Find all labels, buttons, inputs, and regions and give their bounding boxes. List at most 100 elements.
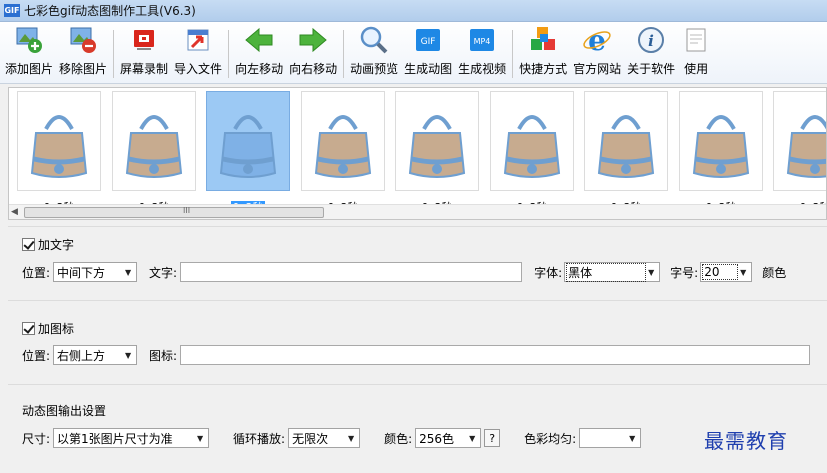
text-color-label: 颜色: [762, 265, 787, 280]
mp4-icon: MP4: [467, 25, 497, 55]
svg-text:e: e: [588, 25, 606, 55]
gif-icon: GIF: [413, 25, 443, 55]
app-logo-icon: GIF: [4, 4, 20, 17]
text-content-label: 文字:: [149, 265, 178, 280]
shortcut-label: 快捷方式: [519, 62, 568, 76]
chevron-down-icon: ▼: [124, 350, 132, 360]
font-size-select[interactable]: 20 ▼: [700, 262, 753, 282]
add-image-icon: [14, 25, 44, 55]
title-bar: GIF 七彩色gif动态图制作工具(V6.3): [0, 0, 827, 22]
add-text-checkbox[interactable]: [22, 238, 35, 251]
add-icon-checkbox[interactable]: [22, 322, 35, 335]
preview-label: 动画预览: [350, 62, 399, 76]
move-left-label: 向左移动: [235, 62, 284, 76]
preview-button[interactable]: 动画预览: [350, 22, 398, 82]
section-divider: [8, 300, 827, 301]
handbag-image: [125, 115, 183, 178]
handbag-image: [692, 115, 750, 178]
scrollbar-grip: III: [183, 206, 191, 215]
help-icon: [681, 25, 711, 55]
generate-gif-label: 生成动图: [404, 62, 453, 76]
official-site-button[interactable]: e 官方网站: [573, 22, 621, 82]
font-label: 字体:: [534, 265, 563, 280]
frame-thumbnail[interactable]: [584, 91, 668, 191]
chevron-down-icon: ▼: [348, 433, 355, 443]
about-label: 关于软件: [627, 62, 676, 76]
watermark-text: 最需教育: [704, 429, 788, 453]
add-image-label: 添加图片: [5, 62, 54, 76]
scroll-left-arrow-icon[interactable]: ◀: [11, 207, 18, 217]
frame-thumbnail[interactable]: [301, 91, 385, 191]
frame-thumbnail[interactable]: [206, 91, 290, 191]
output-settings-heading: 动态图输出设置: [22, 404, 107, 418]
text-position-select[interactable]: 中间下方 ▼: [53, 262, 138, 282]
horizontal-scrollbar[interactable]: ◀ III: [9, 204, 826, 219]
add-icon-checkbox-row[interactable]: 加图标: [22, 320, 74, 337]
shortcut-button[interactable]: 快捷方式: [519, 22, 567, 82]
frame-thumbnail[interactable]: [395, 91, 479, 191]
loop-select[interactable]: 无限次 ▼: [288, 428, 361, 448]
icon-position-select[interactable]: 右侧上方 ▼: [53, 345, 138, 365]
window-title: 七彩色gif动态图制作工具(V6.3): [24, 4, 196, 18]
screen-record-button[interactable]: 屏幕录制: [120, 22, 168, 82]
generate-video-label: 生成视频: [458, 62, 507, 76]
font-size-label: 字号:: [670, 265, 699, 280]
screen-record-label: 屏幕录制: [120, 62, 169, 76]
frame-strip[interactable]: 0.2秒0.2秒0.2秒0.2秒0.2秒0.2秒0.2秒0.2秒0.2秒 ◀ I…: [8, 87, 827, 220]
official-site-label: 官方网站: [573, 62, 622, 76]
import-file-label: 导入文件: [174, 62, 223, 76]
frame-thumbnail[interactable]: [773, 91, 826, 191]
handbag-image: [597, 115, 655, 178]
add-text-checkbox-row[interactable]: 加文字: [22, 236, 74, 253]
frame-thumbnail[interactable]: [17, 91, 101, 191]
color-count-select[interactable]: 256色 ▼: [415, 428, 482, 448]
frame-thumbnail[interactable]: [490, 91, 574, 191]
remove-image-button[interactable]: 移除图片: [59, 22, 107, 82]
import-file-icon: [183, 25, 213, 55]
add-icon-label: 加图标: [38, 322, 75, 336]
ie-icon: e: [582, 25, 612, 55]
font-select[interactable]: 黑体 ▼: [564, 262, 661, 282]
chevron-down-icon: ▼: [648, 267, 655, 277]
magnifier-icon: [359, 25, 389, 55]
text-options-row: 位置: 中间下方 ▼ 文字: 字体: 黑体 ▼ 字号: 20 ▼ 颜色: [22, 262, 786, 282]
generate-gif-button[interactable]: GIF 生成动图: [404, 22, 452, 82]
color-count-label: 颜色:: [384, 431, 413, 446]
color-balance-select[interactable]: ▼: [579, 428, 642, 448]
info-icon: i: [636, 25, 666, 55]
text-content-input[interactable]: [180, 262, 523, 282]
toolbar-divider: [343, 30, 345, 78]
chevron-down-icon: ▼: [196, 433, 204, 443]
icon-path-input[interactable]: [180, 345, 811, 365]
output-size-label: 尺寸:: [22, 431, 51, 446]
about-button[interactable]: i 关于软件: [627, 22, 675, 82]
scrollbar-thumb[interactable]: III: [24, 206, 324, 218]
move-right-button[interactable]: 向右移动: [289, 22, 337, 82]
frame-thumbnail[interactable]: [679, 91, 763, 191]
chevron-down-icon: ▼: [629, 433, 636, 443]
toolbar-divider: [228, 30, 230, 78]
handbag-image: [30, 115, 88, 178]
output-options-row: 尺寸: 以第1张图片尺寸为准 ▼ 循环播放: 无限次 ▼ 颜色: 256色 ▼ ? 色…: [22, 428, 642, 448]
toolbar-divider: [512, 30, 514, 78]
icon-options-row: 位置: 右侧上方 ▼ 图标:: [22, 345, 811, 365]
handbag-image: [314, 115, 372, 178]
frame-thumbnail[interactable]: [112, 91, 196, 191]
handbag-image: [219, 115, 277, 178]
color-help-button[interactable]: ?: [484, 429, 501, 447]
icon-path-label: 图标:: [149, 348, 178, 363]
handbag-image: [408, 115, 466, 178]
move-left-button[interactable]: 向左移动: [235, 22, 283, 82]
chevron-down-icon: ▼: [469, 433, 476, 443]
screen-record-icon: [129, 25, 159, 55]
import-file-button[interactable]: 导入文件: [174, 22, 222, 82]
usage-button[interactable]: 使用: [681, 22, 711, 82]
move-right-label: 向右移动: [289, 62, 338, 76]
generate-video-button[interactable]: MP4 生成视频: [458, 22, 506, 82]
output-size-select[interactable]: 以第1张图片尺寸为准 ▼: [53, 428, 210, 448]
toolbar-divider: [113, 30, 115, 78]
add-image-button[interactable]: 添加图片: [5, 22, 53, 82]
remove-image-icon: [68, 25, 98, 55]
handbag-image: [503, 115, 561, 178]
mp4-badge-text: MP4: [474, 37, 491, 46]
